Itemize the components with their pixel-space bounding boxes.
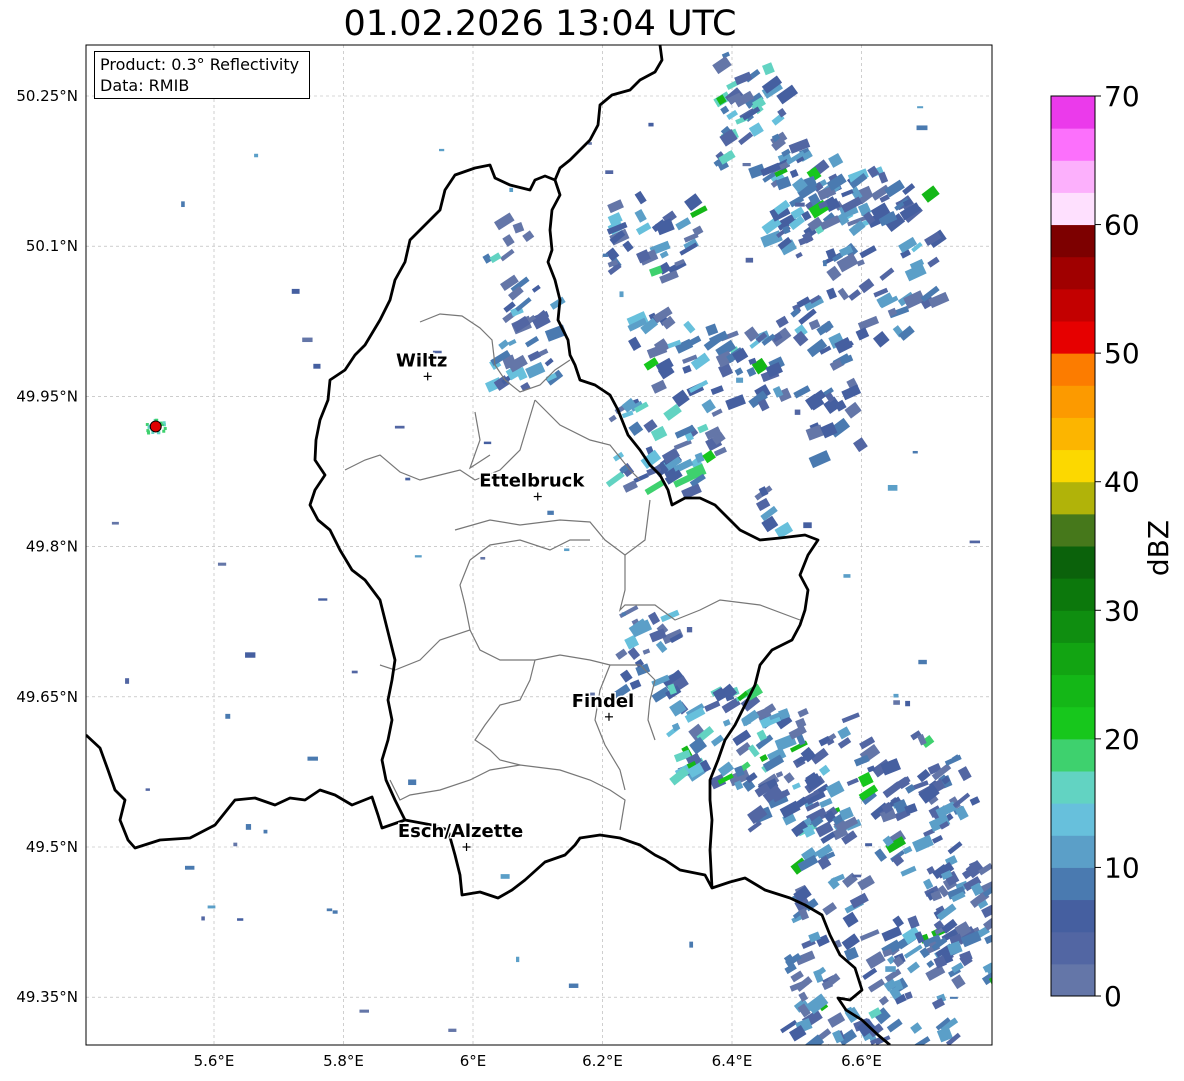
radar-echoes (111, 51, 992, 1045)
city-eschalzette: Esch/Alzette (396, 820, 525, 851)
lat-tick-label: 49.35°N (16, 988, 78, 1006)
product-label: Product: 0.3° Reflectivity (100, 55, 300, 74)
lat-tick-label: 50.1°N (26, 237, 78, 255)
lat-tick-label: 49.65°N (16, 688, 78, 706)
canton-boundaries (344, 313, 801, 831)
country-borders (86, 45, 891, 1045)
lat-tick-label: 49.95°N (16, 387, 78, 405)
axis-ticks: 5.6°E 5.8°E 6°E 6.2°E 6.4°E 6.6°E 50.25°N 50.1°… (16, 87, 882, 1070)
lat-tick-label: 50.25°N (16, 87, 78, 105)
lat-tick-label: 49.5°N (26, 838, 78, 856)
city-ettelbruck: Ettelbruck (478, 469, 587, 501)
lat-tick-label: 49.8°N (26, 538, 78, 556)
radar-site-marker (149, 420, 162, 433)
lon-tick-label: 5.8°E (323, 1052, 364, 1070)
svg-text:Esch/Alzette: Esch/Alzette (398, 821, 523, 842)
radar-map: WiltzEttelbruckFindelEsch/Alzette 5.6°E 5… (16, 44, 993, 1070)
lon-tick-label: 6.6°E (841, 1052, 882, 1070)
svg-text:Findel: Findel (572, 691, 635, 712)
lon-tick-label: 5.6°E (194, 1052, 235, 1070)
city-wiltz: Wiltz (395, 349, 449, 381)
lon-tick-label: 6°E (460, 1052, 487, 1070)
city-findel: Findel (570, 689, 636, 721)
product-info-box: Product: 0.3° Reflectivity Data: RMIB (94, 51, 310, 99)
city-labels: Wiltz Ettelbruck Findel Esch/Alzette (395, 349, 636, 851)
lon-tick-label: 6.4°E (712, 1052, 753, 1070)
svg-text:Wiltz: Wiltz (396, 350, 447, 371)
svg-text:Ettelbruck: Ettelbruck (479, 471, 585, 492)
data-source-label: Data: RMIB (100, 76, 190, 95)
lon-tick-label: 6.2°E (582, 1052, 623, 1070)
